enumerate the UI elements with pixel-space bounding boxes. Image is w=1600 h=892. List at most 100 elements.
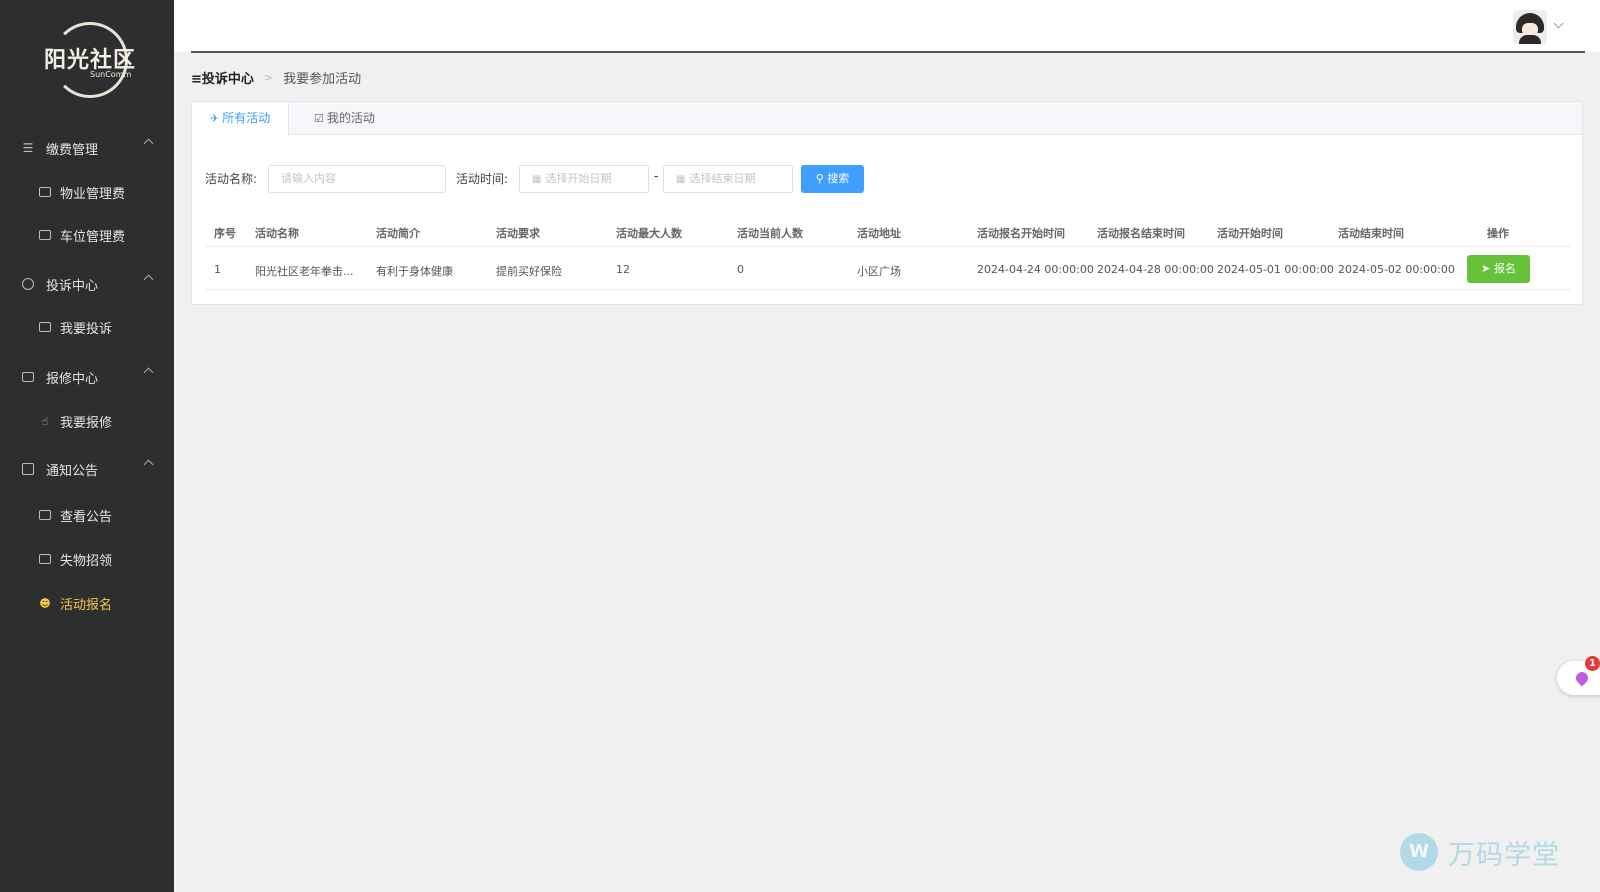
activity-name-input[interactable]: 请输入内容 — [268, 165, 446, 193]
nav-item-parking-fee[interactable]: 车位管理费 — [0, 215, 174, 255]
top-divider — [191, 51, 1585, 53]
nav-group-notice[interactable]: 通知公告 — [0, 449, 174, 489]
folder-icon — [38, 320, 52, 334]
column-header: 活动报名开始时间 — [977, 227, 1065, 240]
input-placeholder: 请输入内容 — [281, 172, 336, 185]
breadcrumb-separator: > — [263, 70, 274, 84]
date-range-separator: - — [654, 169, 659, 183]
chevron-up-icon — [143, 138, 154, 149]
shopping-bag-icon — [38, 552, 52, 566]
table-cell: 2024-05-01 00:00:00 — [1217, 263, 1334, 276]
table-cell: 提前买好保险 — [496, 265, 562, 278]
breadcrumb-item-complaint[interactable]: ≡投诉中心 — [191, 68, 254, 87]
watermark: W 万码学堂 — [1400, 831, 1560, 873]
column-header: 活动结束时间 — [1338, 227, 1404, 240]
tab-label: 所有活动 — [222, 111, 271, 125]
paper-plane-icon: ✈ — [210, 112, 220, 125]
hand-pointer-icon: ☝ — [41, 414, 49, 428]
nav-item-repair[interactable]: ☝ 我要报修 — [0, 401, 174, 441]
tab-label: 我的活动 — [326, 111, 375, 125]
end-date-picker[interactable]: ▦ 选择结束日期 — [663, 165, 793, 193]
logo: 阳光社区 SunComm — [34, 22, 146, 98]
nav-item-label: 失物招领 — [60, 553, 113, 569]
nav-item-lost-found[interactable]: 失物招领 — [0, 539, 174, 579]
grid-icon — [21, 370, 35, 384]
location-pin-icon — [1573, 669, 1591, 687]
send-icon: ➤ — [1481, 262, 1491, 275]
news-icon — [38, 508, 52, 522]
calendar-icon: ▦ — [532, 174, 542, 185]
column-header: 活动要求 — [496, 227, 540, 240]
nav-group-label: 报修中心 — [46, 371, 99, 387]
column-header: 活动报名结束时间 — [1097, 227, 1185, 240]
nav-item-view-notice[interactable]: 查看公告 — [0, 495, 174, 535]
search-button[interactable]: ⚲ 搜索 — [801, 165, 864, 193]
column-header: 活动开始时间 — [1217, 227, 1283, 240]
table-cell: 阳光社区老年拳击... — [255, 265, 354, 278]
search-button-label: 搜索 — [827, 172, 850, 185]
bill-icon — [38, 185, 52, 199]
start-date-picker[interactable]: ▦ 选择开始日期 — [519, 165, 649, 193]
tab-my-activities[interactable]: ☑ 我的活动 — [296, 102, 393, 135]
tabs-bar: ✈ 所有活动 ☑ 我的活动 — [192, 102, 1582, 136]
nav-group-payment[interactable]: ☰ 缴费管理 — [0, 128, 174, 168]
activity-name-label: 活动名称: — [205, 172, 258, 186]
nav-group-complaint[interactable]: 投诉中心 — [0, 264, 174, 304]
column-header: 操作 — [1487, 227, 1509, 240]
nav-item-label: 查看公告 — [60, 509, 113, 525]
table-cell: 1 — [214, 263, 221, 276]
sidebar: 阳光社区 SunComm ☰ 缴费管理 物业管理费 车位管理费 投诉中心 我要投… — [0, 0, 174, 892]
signup-button-label: 报名 — [1493, 262, 1516, 275]
checkbox-icon: ☑ — [314, 112, 324, 125]
table-cell: 2024-05-02 00:00:00 — [1338, 263, 1455, 276]
tab-all-activities[interactable]: ✈ 所有活动 — [192, 102, 290, 136]
input-placeholder: 选择结束日期 — [689, 172, 756, 185]
logo-subtitle: SunComm — [90, 70, 132, 79]
table-cell: 小区广场 — [857, 265, 901, 278]
chevron-up-icon — [143, 367, 154, 378]
database-icon: ☰ — [22, 141, 34, 155]
top-bar — [174, 0, 1600, 52]
nav-item-label: 物业管理费 — [60, 186, 126, 202]
breadcrumb-item-current: 我要参加活动 — [283, 71, 362, 87]
column-header: 活动简介 — [376, 227, 420, 240]
search-icon: ⚲ — [815, 172, 824, 185]
copy-icon — [38, 228, 52, 242]
nav-item-activity-signup[interactable]: ☻ 活动报名 — [0, 583, 174, 623]
nav-item-label: 我要报修 — [60, 415, 113, 431]
table-cell: 0 — [737, 263, 744, 276]
column-header: 活动最大人数 — [616, 227, 682, 240]
table-header: 序号 活动名称 活动简介 活动要求 活动最大人数 活动当前人数 活动地址 活动报… — [205, 215, 1571, 247]
nav-item-complain[interactable]: 我要投诉 — [0, 307, 174, 347]
notification-badge: 1 — [1585, 656, 1600, 671]
calendar-icon: ▦ — [676, 174, 686, 185]
nav-group-label: 通知公告 — [46, 463, 99, 479]
column-header: 活动当前人数 — [737, 227, 803, 240]
watermark-text: 万码学堂 — [1448, 839, 1560, 871]
activity-card: ✈ 所有活动 ☑ 我的活动 活动名称: 请输入内容 活动时间: ▦ 选择开始日期 - … — [191, 101, 1583, 305]
input-placeholder: 选择开始日期 — [545, 172, 612, 185]
nav-item-label: 活动报名 — [60, 597, 113, 613]
activity-time-label: 活动时间: — [456, 172, 509, 186]
nav-item-label: 我要投诉 — [60, 321, 113, 337]
column-header: 序号 — [214, 227, 236, 240]
signup-button[interactable]: ➤ 报名 — [1467, 255, 1530, 283]
nav-group-label: 缴费管理 — [46, 142, 99, 158]
nav-group-label: 投诉中心 — [46, 278, 99, 294]
column-header: 活动名称 — [255, 227, 299, 240]
watermark-logo-icon: W — [1400, 833, 1438, 871]
table-cell: 2024-04-24 00:00:00 — [977, 263, 1094, 276]
breadcrumb: ≡投诉中心 > 我要参加活动 — [191, 67, 361, 87]
chat-icon — [21, 277, 35, 291]
table-cell: 2024-04-28 00:00:00 — [1097, 263, 1214, 276]
nav-group-repair[interactable]: 报修中心 — [0, 357, 174, 397]
chevron-up-icon — [143, 459, 154, 470]
avatar[interactable] — [1513, 10, 1547, 44]
table-cell: 12 — [616, 263, 630, 276]
chevron-up-icon — [143, 274, 154, 285]
table-row: 1 阳光社区老年拳击... 有利于身体健康 提前买好保险 12 0 小区广场 2… — [205, 248, 1571, 290]
nav-item-property-fee[interactable]: 物业管理费 — [0, 172, 174, 212]
column-header: 活动地址 — [857, 227, 901, 240]
floating-assistant-widget[interactable]: 1 — [1557, 656, 1600, 695]
table-cell: 有利于身体健康 — [376, 265, 453, 278]
